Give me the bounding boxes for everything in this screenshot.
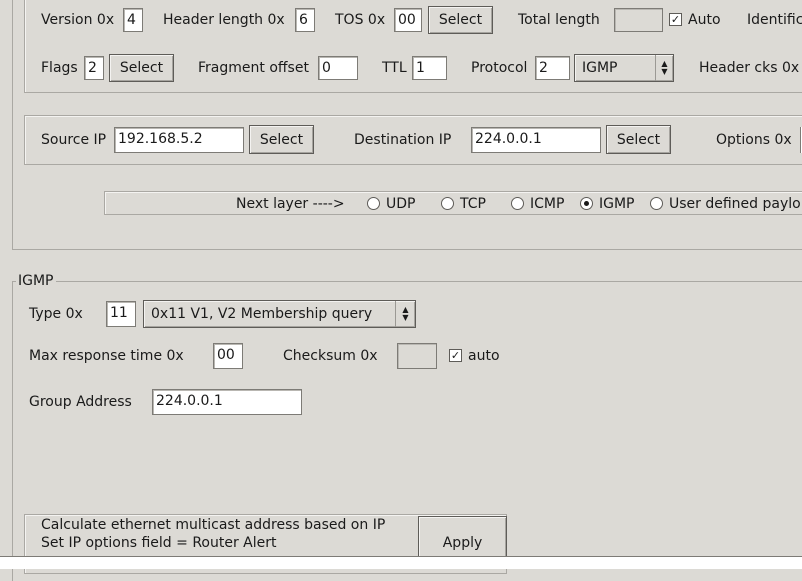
protocol-dropdown[interactable]: IGMP ▲ ▼ [574, 54, 674, 82]
header-length-field[interactable]: 6 [295, 8, 315, 32]
igmp-type-label: Type 0x [29, 306, 83, 322]
source-ip-select-button[interactable]: Select [249, 125, 314, 154]
radio-tcp-label: TCP [460, 196, 486, 212]
igmp-checksum-auto-checkbox[interactable]: ✓ [449, 349, 462, 362]
tos-field[interactable]: 00 [394, 8, 422, 32]
protocol-dropdown-value: IGMP [582, 60, 618, 76]
igmp-checksum-label: Checksum 0x [283, 348, 378, 364]
radio-igmp[interactable] [580, 197, 593, 210]
router-alert-text: Set IP options field = Router Alert [41, 535, 277, 551]
igmp-type-dropdown[interactable]: 0x11 V1, V2 Membership query ▲ ▼ [143, 300, 416, 328]
igmp-group-title: IGMP [16, 272, 56, 290]
max-response-label: Max response time 0x [29, 348, 184, 364]
next-layer-label: Next layer ----> [236, 196, 345, 212]
radio-user-defined[interactable] [650, 197, 663, 210]
radio-tcp[interactable] [441, 197, 454, 210]
protocol-field[interactable]: 2 [535, 56, 570, 80]
source-ip-field[interactable]: 192.168.5.2 [114, 127, 244, 153]
radio-udp[interactable] [367, 197, 380, 210]
identification-label: Identific [747, 12, 802, 28]
version-label: Version 0x [41, 12, 115, 28]
radio-user-defined-label: User defined paylo [669, 196, 801, 212]
destination-ip-select-button[interactable]: Select [606, 125, 671, 154]
total-length-field[interactable] [614, 8, 663, 32]
tos-select-button[interactable]: Select [428, 6, 493, 34]
calc-multicast-text: Calculate ethernet multicast address bas… [41, 517, 386, 533]
flags-select-button[interactable]: Select [109, 54, 174, 82]
total-length-label: Total length [518, 12, 600, 28]
group-address-label: Group Address [29, 394, 132, 410]
total-length-auto-label: Auto [688, 12, 721, 28]
source-ip-label: Source IP [41, 132, 107, 148]
radio-udp-label: UDP [386, 196, 416, 212]
radio-igmp-label: IGMP [599, 196, 635, 212]
igmp-type-dropdown-value: 0x11 V1, V2 Membership query [151, 306, 373, 322]
group-address-field[interactable]: 224.0.0.1 [152, 389, 302, 415]
total-length-auto-checkbox[interactable]: ✓ [669, 13, 682, 26]
ttl-field[interactable]: 1 [412, 56, 447, 80]
igmp-type-field[interactable]: 11 [106, 301, 136, 327]
options-label: Options 0x [716, 132, 792, 148]
flags-field[interactable]: 2 [84, 56, 104, 80]
protocol-label: Protocol [471, 60, 528, 76]
bottom-status-strip [0, 556, 802, 569]
header-checksum-label: Header cks 0x [699, 60, 800, 76]
updown-arrow-icon: ▲ ▼ [655, 55, 673, 81]
igmp-checksum-auto-label: auto [468, 348, 500, 364]
radio-icmp[interactable] [511, 197, 524, 210]
version-field[interactable]: 4 [123, 8, 143, 32]
updown-arrow-icon: ▲ ▼ [395, 301, 415, 327]
radio-icmp-label: ICMP [530, 196, 565, 212]
igmp-checksum-field[interactable] [397, 343, 437, 369]
ttl-label: TTL [382, 60, 407, 76]
max-response-field[interactable]: 00 [213, 343, 243, 369]
header-length-label: Header length 0x [163, 12, 285, 28]
fragment-offset-field[interactable]: 0 [318, 56, 358, 80]
destination-ip-field[interactable]: 224.0.0.1 [471, 127, 601, 153]
flags-label: Flags [41, 60, 78, 76]
tos-label: TOS 0x [335, 12, 386, 28]
destination-ip-label: Destination IP [354, 132, 452, 148]
fragment-offset-label: Fragment offset [198, 60, 309, 76]
